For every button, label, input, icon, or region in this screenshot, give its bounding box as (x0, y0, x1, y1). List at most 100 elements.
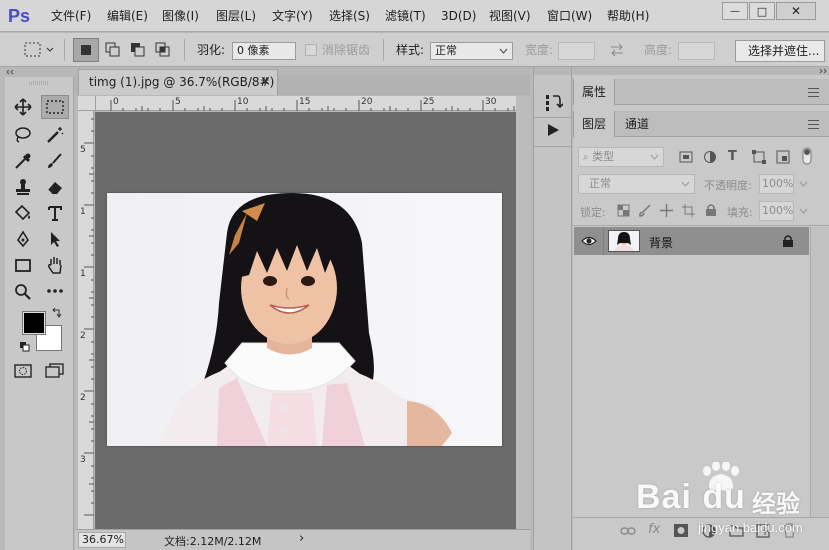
status-bar: 36.67% 文档:2.12M/2.12M › (75, 529, 530, 550)
tab-layers[interactable]: 图层 (573, 111, 616, 137)
menu-select[interactable]: 选择(S) (329, 0, 370, 32)
foreground-color-front[interactable] (22, 311, 46, 335)
stamp-tool[interactable] (9, 175, 37, 199)
rect-marquee-icon (46, 100, 64, 114)
filter-pixel-icon[interactable] (679, 150, 693, 164)
eyedropper-tool[interactable] (9, 149, 37, 173)
menu-view[interactable]: 视图(V) (489, 0, 531, 32)
menu-image[interactable]: 图像(I) (162, 0, 199, 32)
intersect-selection-button[interactable] (154, 41, 172, 59)
screen-mode-button[interactable] (41, 359, 69, 383)
zoom-level-field[interactable]: 36.67% (78, 532, 126, 548)
layer-visibility-toggle[interactable] (574, 227, 604, 255)
move-tool[interactable] (9, 95, 37, 119)
filter-type-icon[interactable]: T (728, 149, 737, 164)
status-menu-arrow-icon[interactable]: › (299, 531, 304, 546)
default-colors-icon[interactable] (19, 341, 31, 353)
eyedropper-icon (15, 153, 31, 169)
style-label: 样式: (396, 43, 425, 57)
menu-type[interactable]: 文字(Y) (272, 0, 313, 32)
horizontal-ruler[interactable]: 0 5 10 15 20 25 30 (96, 96, 516, 111)
opacity-dropdown-icon[interactable] (799, 181, 808, 187)
ruler-origin[interactable] (78, 96, 96, 111)
eraser-icon (47, 182, 62, 195)
lock-transparent-icon[interactable] (617, 204, 630, 217)
maximize-button[interactable]: □ (749, 2, 775, 20)
paint-bucket-tool[interactable] (9, 201, 37, 225)
new-selection-button[interactable] (73, 38, 99, 62)
document-canvas[interactable] (107, 193, 502, 446)
tab-channels[interactable]: 通道 (617, 111, 657, 137)
lock-artboard-icon[interactable] (682, 204, 695, 217)
tab-properties[interactable]: 属性 (573, 79, 616, 105)
layer-filter-select[interactable]: ⌕ 类型 (578, 147, 664, 167)
layer-thumbnail (608, 230, 640, 252)
feather-input[interactable]: 0 像素 (232, 42, 296, 60)
lock-all-icon[interactable] (705, 203, 717, 217)
menu-filter[interactable]: 滤镜(T) (385, 0, 426, 32)
move-icon (14, 98, 32, 116)
quick-select-tool[interactable] (41, 123, 69, 147)
blend-mode-value: 正常 (589, 177, 611, 190)
path-select-tool[interactable] (41, 227, 69, 251)
lock-image-icon[interactable] (638, 204, 651, 217)
close-tab-icon[interactable]: × (260, 70, 271, 94)
history-panel-icon[interactable] (543, 93, 563, 113)
filter-toggle-icon[interactable] (802, 147, 812, 165)
hand-tool[interactable] (41, 253, 69, 277)
baidu-watermark: Bai du 经验 jingyan.baidu.com (614, 462, 824, 542)
layers-menu-icon[interactable] (808, 120, 819, 129)
blend-mode-select[interactable]: 正常 (578, 174, 695, 194)
brush-tool[interactable] (41, 149, 69, 173)
menu-help[interactable]: 帮助(H) (607, 0, 649, 32)
layer-lock-icon (782, 234, 794, 248)
width-input[interactable] (558, 42, 595, 60)
quick-mask-button[interactable] (9, 359, 37, 383)
eraser-tool[interactable] (41, 175, 69, 199)
filter-shape-icon[interactable] (752, 150, 766, 164)
menu-file[interactable]: 文件(F) (51, 0, 91, 32)
more-tools-button[interactable] (41, 279, 69, 303)
vertical-scrollbar[interactable] (516, 96, 530, 529)
fill-input[interactable]: 100% (759, 201, 794, 221)
pen-icon (17, 230, 29, 248)
zoom-tool[interactable] (9, 279, 37, 303)
lock-position-icon[interactable] (660, 204, 673, 217)
swap-dimensions-icon[interactable] (609, 43, 625, 57)
actions-play-icon[interactable] (546, 123, 560, 137)
vertical-ruler[interactable]: 5 1 1 2 2 3 (78, 111, 94, 529)
properties-panel-header: 属性 (573, 79, 829, 105)
type-tool[interactable] (41, 201, 69, 225)
layer-name[interactable]: 背景 (649, 234, 673, 251)
subtract-selection-button[interactable] (129, 41, 147, 59)
antialias-label: 消除锯齿 (322, 43, 371, 57)
fill-label: 填充: (727, 206, 753, 219)
layer-row-background[interactable]: 背景 (574, 227, 809, 255)
document-tab-title: timg (1).jpg @ 36.7%(RGB/8#) (89, 75, 275, 89)
fill-dropdown-icon[interactable] (799, 208, 808, 214)
antialias-checkbox[interactable] (305, 44, 317, 56)
close-button[interactable]: ✕ (776, 2, 816, 20)
marquee-tool[interactable] (41, 95, 69, 119)
pen-tool[interactable] (9, 227, 37, 251)
filter-smart-object-icon[interactable] (776, 150, 790, 164)
lasso-tool[interactable] (9, 123, 37, 147)
style-select[interactable]: 正常 (430, 42, 513, 60)
opacity-input[interactable]: 100% (759, 174, 794, 194)
menu-layer[interactable]: 图层(L) (216, 0, 256, 32)
document-tab[interactable]: timg (1).jpg @ 36.7%(RGB/8#) × (78, 69, 278, 95)
menu-window[interactable]: 窗口(W) (547, 0, 592, 32)
minimize-button[interactable]: — (722, 2, 748, 20)
swap-colors-icon[interactable] (51, 307, 63, 319)
ruler-label: 1 (80, 269, 86, 279)
height-input[interactable] (678, 42, 715, 60)
select-and-mask-button[interactable]: 选择并遮住... (735, 40, 825, 62)
menu-3d[interactable]: 3D(D) (441, 0, 476, 32)
toolbar-grip[interactable] (5, 81, 74, 85)
filter-adjustment-icon[interactable] (703, 150, 717, 164)
tool-preset-picker[interactable] (23, 41, 55, 59)
menu-edit[interactable]: 编辑(E) (107, 0, 148, 32)
shape-tool[interactable] (9, 253, 37, 277)
properties-menu-icon[interactable] (808, 88, 819, 97)
add-selection-button[interactable] (104, 41, 122, 59)
